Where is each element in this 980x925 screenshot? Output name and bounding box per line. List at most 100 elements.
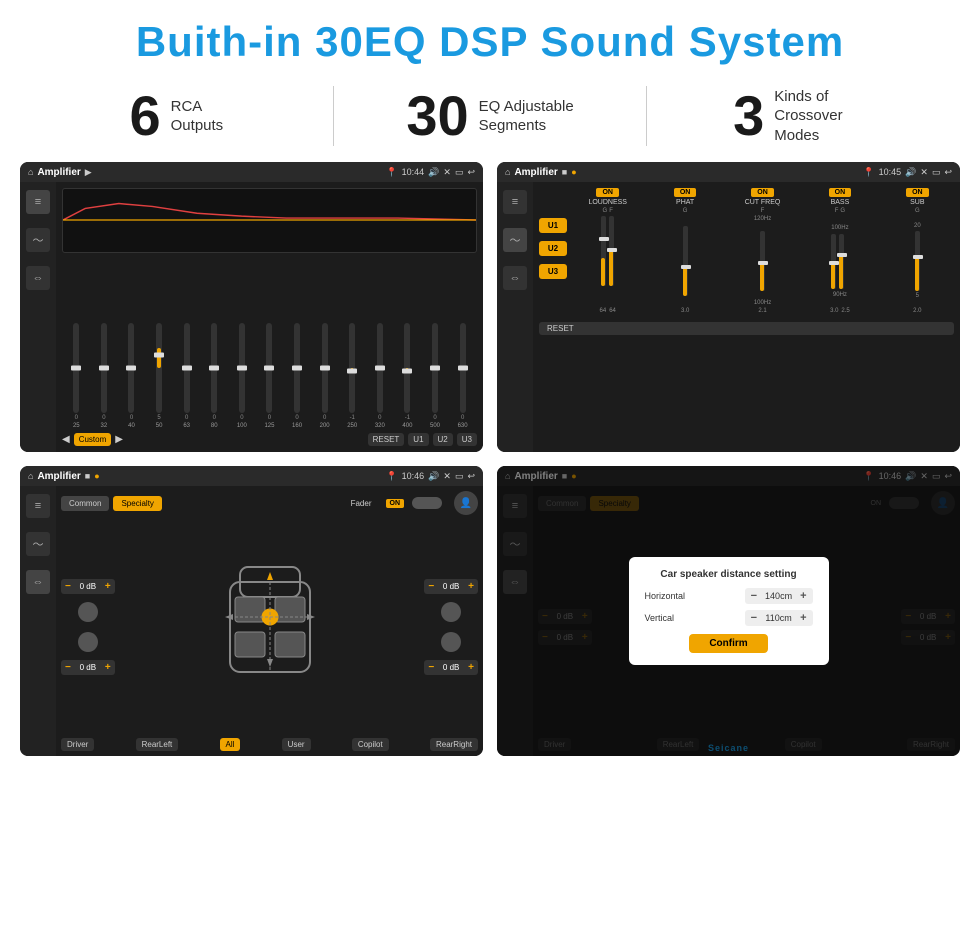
eq-track-40[interactable] bbox=[128, 323, 134, 413]
profile-icon-3[interactable]: 👤 bbox=[454, 491, 478, 515]
expand-icon-2[interactable]: ⇔ bbox=[503, 266, 527, 290]
eq-val-200: 0 bbox=[323, 415, 326, 421]
eq-track-320[interactable] bbox=[377, 323, 383, 413]
u1-preset[interactable]: U1 bbox=[539, 218, 567, 233]
u2-preset[interactable]: U2 bbox=[539, 241, 567, 256]
horizontal-plus[interactable]: + bbox=[800, 590, 806, 602]
eq-track-160[interactable] bbox=[294, 323, 300, 413]
eq-track-200[interactable] bbox=[322, 323, 328, 413]
back-icon-3[interactable]: ↩ bbox=[467, 471, 475, 482]
eq-label-125: 125 bbox=[264, 423, 274, 429]
reset-btn-amp[interactable]: RESET bbox=[539, 322, 954, 335]
u1-btn-eq[interactable]: U1 bbox=[408, 433, 428, 446]
horizontal-value: 140cm bbox=[761, 591, 796, 601]
home-icon-2[interactable]: ⌂ bbox=[505, 167, 510, 177]
eq-val-160: 0 bbox=[295, 415, 298, 421]
all-btn-3[interactable]: All bbox=[220, 738, 241, 751]
right-top-plus[interactable]: + bbox=[468, 581, 474, 592]
driver-btn-3[interactable]: Driver bbox=[61, 738, 94, 751]
loudness-slider-f[interactable] bbox=[609, 216, 614, 286]
left-bot-val: 0 dB bbox=[73, 663, 103, 672]
sub-slider[interactable] bbox=[915, 231, 920, 291]
home-icon-1[interactable]: ⌂ bbox=[28, 167, 33, 177]
phat-on[interactable]: ON bbox=[674, 188, 697, 197]
eq-track-125[interactable] bbox=[266, 323, 272, 413]
confirm-button[interactable]: Confirm bbox=[689, 634, 767, 653]
user-btn-3[interactable]: User bbox=[282, 738, 311, 751]
window-icon-2[interactable]: ▭ bbox=[932, 167, 941, 178]
window-icon-3[interactable]: ▭ bbox=[455, 471, 464, 482]
eq-track-25[interactable] bbox=[73, 323, 79, 413]
right-top-minus[interactable]: − bbox=[428, 581, 434, 592]
eq-track-500[interactable] bbox=[432, 323, 438, 413]
eq-track-630[interactable] bbox=[460, 323, 466, 413]
horizontal-row: Horizontal − 140cm + bbox=[645, 588, 813, 604]
rearleft-btn-3[interactable]: RearLeft bbox=[136, 738, 179, 751]
fader-on-3[interactable]: ON bbox=[386, 499, 405, 508]
wave-icon-1[interactable]: 〜 bbox=[26, 228, 50, 252]
horizontal-minus[interactable]: − bbox=[751, 590, 757, 602]
eq-track-400[interactable] bbox=[404, 323, 410, 413]
cutfreq-slider[interactable] bbox=[760, 231, 765, 291]
eq-val-100: 0 bbox=[240, 415, 243, 421]
left-top-plus[interactable]: + bbox=[105, 581, 111, 592]
eq-track-50[interactable] bbox=[156, 323, 162, 413]
loudness-slider-g[interactable] bbox=[601, 216, 606, 286]
copilot-btn-3[interactable]: Copilot bbox=[352, 738, 389, 751]
left-bot-plus[interactable]: + bbox=[105, 662, 111, 673]
bass-on[interactable]: ON bbox=[829, 188, 852, 197]
vertical-control: − 110cm + bbox=[745, 610, 813, 626]
left-top-minus[interactable]: − bbox=[65, 581, 71, 592]
back-icon-2[interactable]: ↩ bbox=[944, 167, 952, 178]
fader-slider-3[interactable] bbox=[412, 497, 442, 509]
wave-icon-3[interactable]: 〜 bbox=[26, 532, 50, 556]
wave-icon-2[interactable]: 〜 bbox=[503, 228, 527, 252]
menu-icon-2: ■ bbox=[562, 167, 567, 177]
close-icon-3[interactable]: ✕ bbox=[443, 471, 451, 482]
u2-btn-eq[interactable]: U2 bbox=[433, 433, 453, 446]
rearright-btn-3[interactable]: RearRight bbox=[430, 738, 478, 751]
eq-val-250: -1 bbox=[350, 415, 355, 421]
prev-icon-eq[interactable]: ◀ bbox=[62, 434, 70, 445]
u3-preset[interactable]: U3 bbox=[539, 264, 567, 279]
eq-track-32[interactable] bbox=[101, 323, 107, 413]
stat-number-rca: 6 bbox=[129, 88, 160, 144]
screen3-content: ≡ 〜 ⇔ Common Specialty Fader ON 👤 bbox=[20, 486, 483, 756]
back-icon-1[interactable]: ↩ bbox=[467, 167, 475, 178]
left-bot-minus[interactable]: − bbox=[65, 662, 71, 673]
time-1: 10:44 bbox=[402, 167, 425, 177]
u3-btn-eq[interactable]: U3 bbox=[457, 433, 477, 446]
eq-label-40: 40 bbox=[128, 423, 135, 429]
home-icon-3[interactable]: ⌂ bbox=[28, 471, 33, 481]
stat-desc-rca: RCA Outputs bbox=[171, 97, 224, 136]
eq-icon-2[interactable]: ≡ bbox=[503, 190, 527, 214]
bass-slider-f[interactable] bbox=[831, 234, 836, 289]
custom-btn[interactable]: Custom bbox=[74, 433, 112, 446]
phat-slider[interactable] bbox=[683, 226, 688, 296]
vertical-minus[interactable]: − bbox=[751, 612, 757, 624]
next-icon-eq[interactable]: ▶ bbox=[115, 434, 123, 445]
dot-icon-3: ● bbox=[94, 471, 99, 481]
window-icon-1[interactable]: ▭ bbox=[455, 167, 464, 178]
right-bot-plus[interactable]: + bbox=[468, 662, 474, 673]
expand-icon-3[interactable]: ⇔ bbox=[26, 570, 50, 594]
eq-track-63[interactable] bbox=[184, 323, 190, 413]
close-icon-1[interactable]: ✕ bbox=[443, 167, 451, 178]
eq-track-250[interactable] bbox=[349, 323, 355, 413]
eq-track-100[interactable] bbox=[239, 323, 245, 413]
reset-btn-eq[interactable]: RESET bbox=[368, 433, 405, 446]
common-tab-3[interactable]: Common bbox=[61, 496, 109, 511]
close-icon-2[interactable]: ✕ bbox=[920, 167, 928, 178]
eq-icon-3[interactable]: ≡ bbox=[26, 494, 50, 518]
vertical-plus[interactable]: + bbox=[800, 612, 806, 624]
specialty-tab-3[interactable]: Specialty bbox=[113, 496, 161, 511]
eq-icon-1[interactable]: ≡ bbox=[26, 190, 50, 214]
right-bot-minus[interactable]: − bbox=[428, 662, 434, 673]
bass-slider-g[interactable] bbox=[839, 234, 844, 289]
eq-track-80[interactable] bbox=[211, 323, 217, 413]
cutfreq-on[interactable]: ON bbox=[751, 188, 774, 197]
sub-on[interactable]: ON bbox=[906, 188, 929, 197]
expand-icon-1[interactable]: ⇔ bbox=[26, 266, 50, 290]
loudness-on[interactable]: ON bbox=[596, 188, 619, 197]
dialog-overlay: Car speaker distance setting Horizontal … bbox=[497, 466, 960, 756]
